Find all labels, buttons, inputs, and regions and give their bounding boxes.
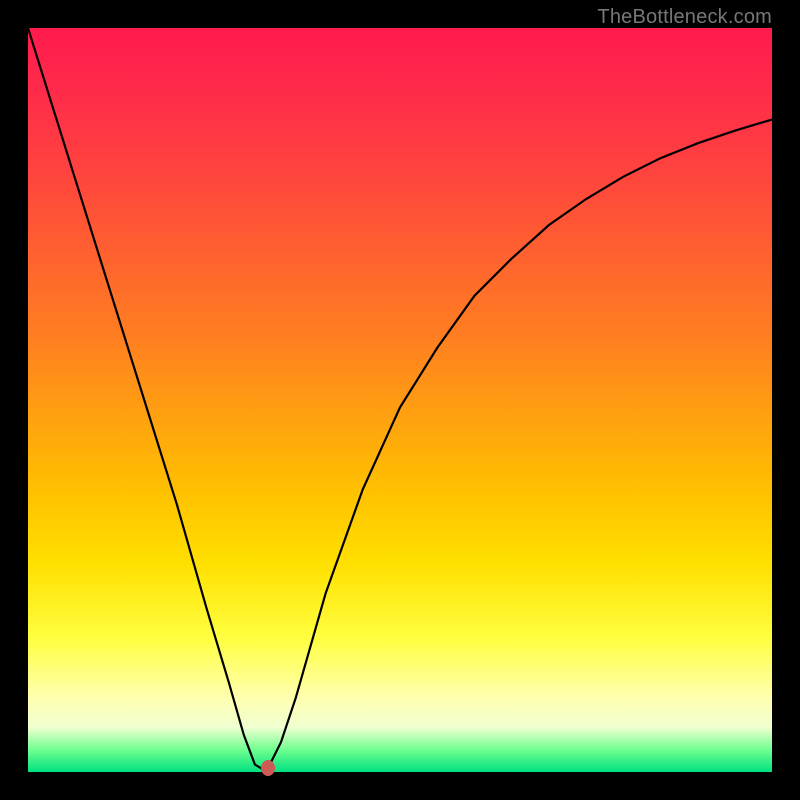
chart-svg <box>28 28 772 772</box>
marker-dot <box>261 760 275 776</box>
watermark-text: TheBottleneck.com <box>597 6 772 29</box>
curve-line <box>28 28 772 769</box>
